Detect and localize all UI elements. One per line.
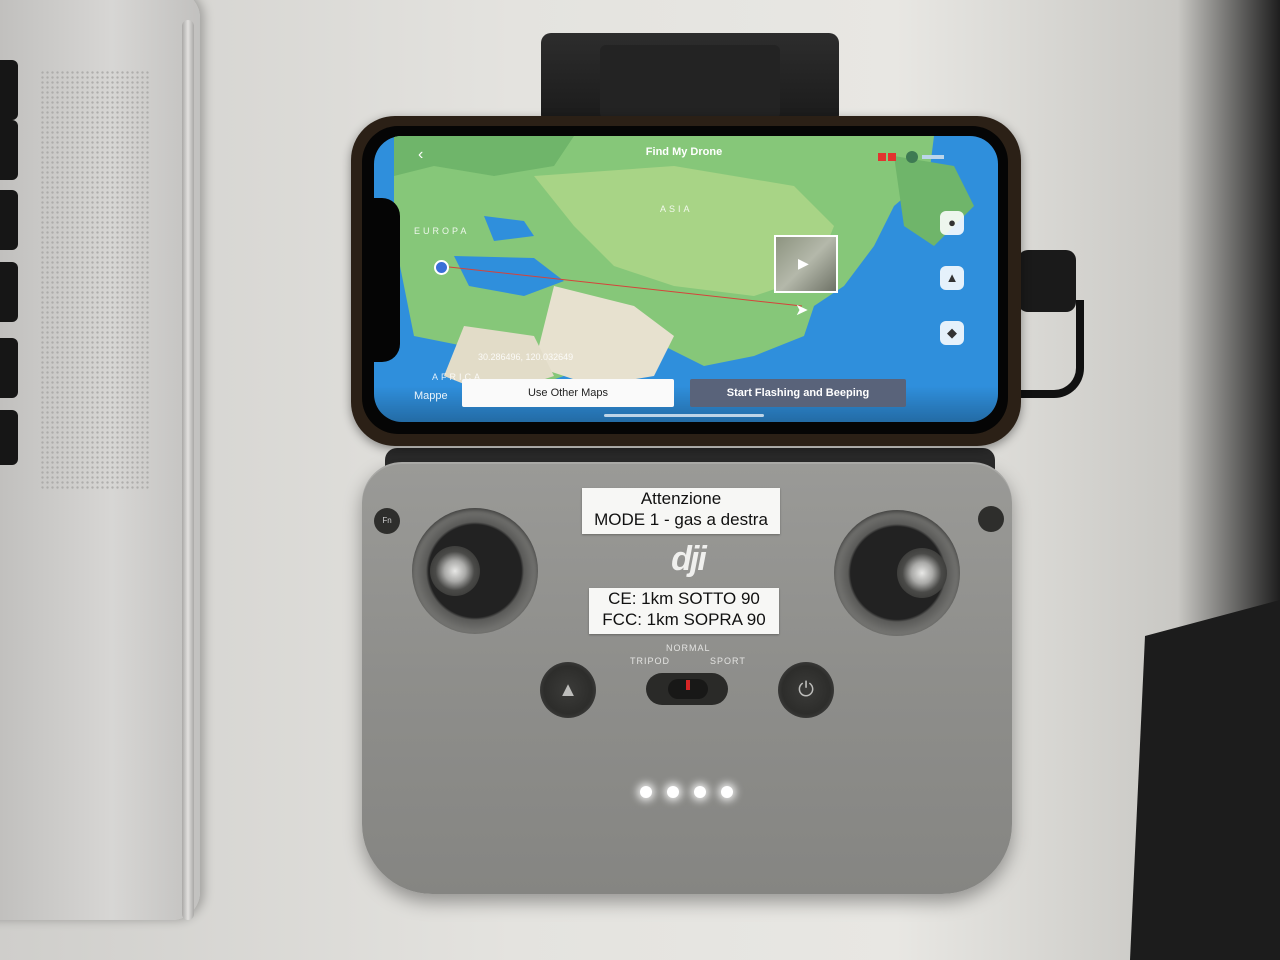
laptop-key xyxy=(0,262,18,322)
warning-sticker-line-1: Attenzione xyxy=(640,489,722,508)
phone-holder-clamp-inner xyxy=(600,45,780,119)
map-label-europe: EUROPA xyxy=(414,226,470,236)
laptop-key xyxy=(0,190,18,250)
drone-location-arrow-icon: ➤ xyxy=(795,302,809,319)
laptop-edge xyxy=(182,20,194,920)
laptop-speaker-grille xyxy=(40,70,150,490)
use-other-maps-button[interactable]: Use Other Maps xyxy=(462,379,674,407)
layers-icon[interactable]: ◆ xyxy=(940,321,964,345)
battery-led xyxy=(640,786,652,798)
laptop-key xyxy=(0,60,18,120)
right-control-stick[interactable] xyxy=(897,548,947,598)
battery-led xyxy=(721,786,733,798)
fn-button[interactable]: Fn xyxy=(374,508,400,534)
drone-camera-thumbnail[interactable]: ▶ xyxy=(774,235,838,293)
home-point-marker xyxy=(434,260,449,275)
coordinates-value: 30.286496, 120.032649 xyxy=(478,352,574,362)
coordinates-readout: 30.286496, 120.032649 xyxy=(414,342,573,362)
status-bar-icons xyxy=(878,151,944,163)
screen-title: Find My Drone xyxy=(645,146,723,158)
warning-sticker: Attenzione MODE 1 - gas a destra xyxy=(582,488,780,534)
desk-corner-shadow xyxy=(1130,600,1280,960)
flight-mode-indicator xyxy=(686,680,690,690)
phone-screen: ‹ Find My Drone EUROPA ASIA AFRICA ● ▲ ◆… xyxy=(374,136,998,422)
record-button[interactable] xyxy=(978,506,1004,532)
home-indicator-bar[interactable] xyxy=(604,414,764,417)
mode-sport-label: SPORT xyxy=(710,656,746,666)
range-sticker-line-2: FCC: 1km SOPRA 90 xyxy=(602,610,766,629)
warning-sticker-line-2: MODE 1 - gas a destra xyxy=(594,510,768,529)
dji-logo: dji xyxy=(671,540,707,578)
start-flashing-button[interactable]: Start Flashing and Beeping xyxy=(690,379,906,407)
phone-notch xyxy=(374,198,400,362)
range-sticker-line-1: CE: 1km SOTTO 90 xyxy=(608,589,760,608)
map-label-asia: ASIA xyxy=(660,204,693,214)
laptop-key xyxy=(0,410,18,465)
back-chevron-icon[interactable]: ‹ xyxy=(418,146,423,164)
compass-icon[interactable]: ▲ xyxy=(940,266,964,290)
range-sticker: CE: 1km SOTTO 90 FCC: 1km SOPRA 90 xyxy=(589,588,779,634)
battery-led xyxy=(694,786,706,798)
power-icon: ⏻ xyxy=(798,679,814,701)
laptop-key xyxy=(0,120,18,180)
play-icon: ▶ xyxy=(798,255,809,271)
return-home-icon: ▲ xyxy=(558,679,578,701)
map-provider-label: Mappe xyxy=(414,390,448,402)
power-button[interactable]: ⏻ xyxy=(778,662,834,718)
left-control-stick[interactable] xyxy=(430,546,480,596)
battery-led xyxy=(667,786,679,798)
mode-tripod-label: TRIPOD xyxy=(630,656,671,666)
usb-cable-wire xyxy=(1020,300,1084,398)
laptop-key xyxy=(0,338,18,398)
location-pin-icon[interactable]: ● xyxy=(940,211,964,235)
mode-normal-label: NORMAL xyxy=(666,643,711,653)
return-home-button[interactable]: ▲ xyxy=(540,662,596,718)
